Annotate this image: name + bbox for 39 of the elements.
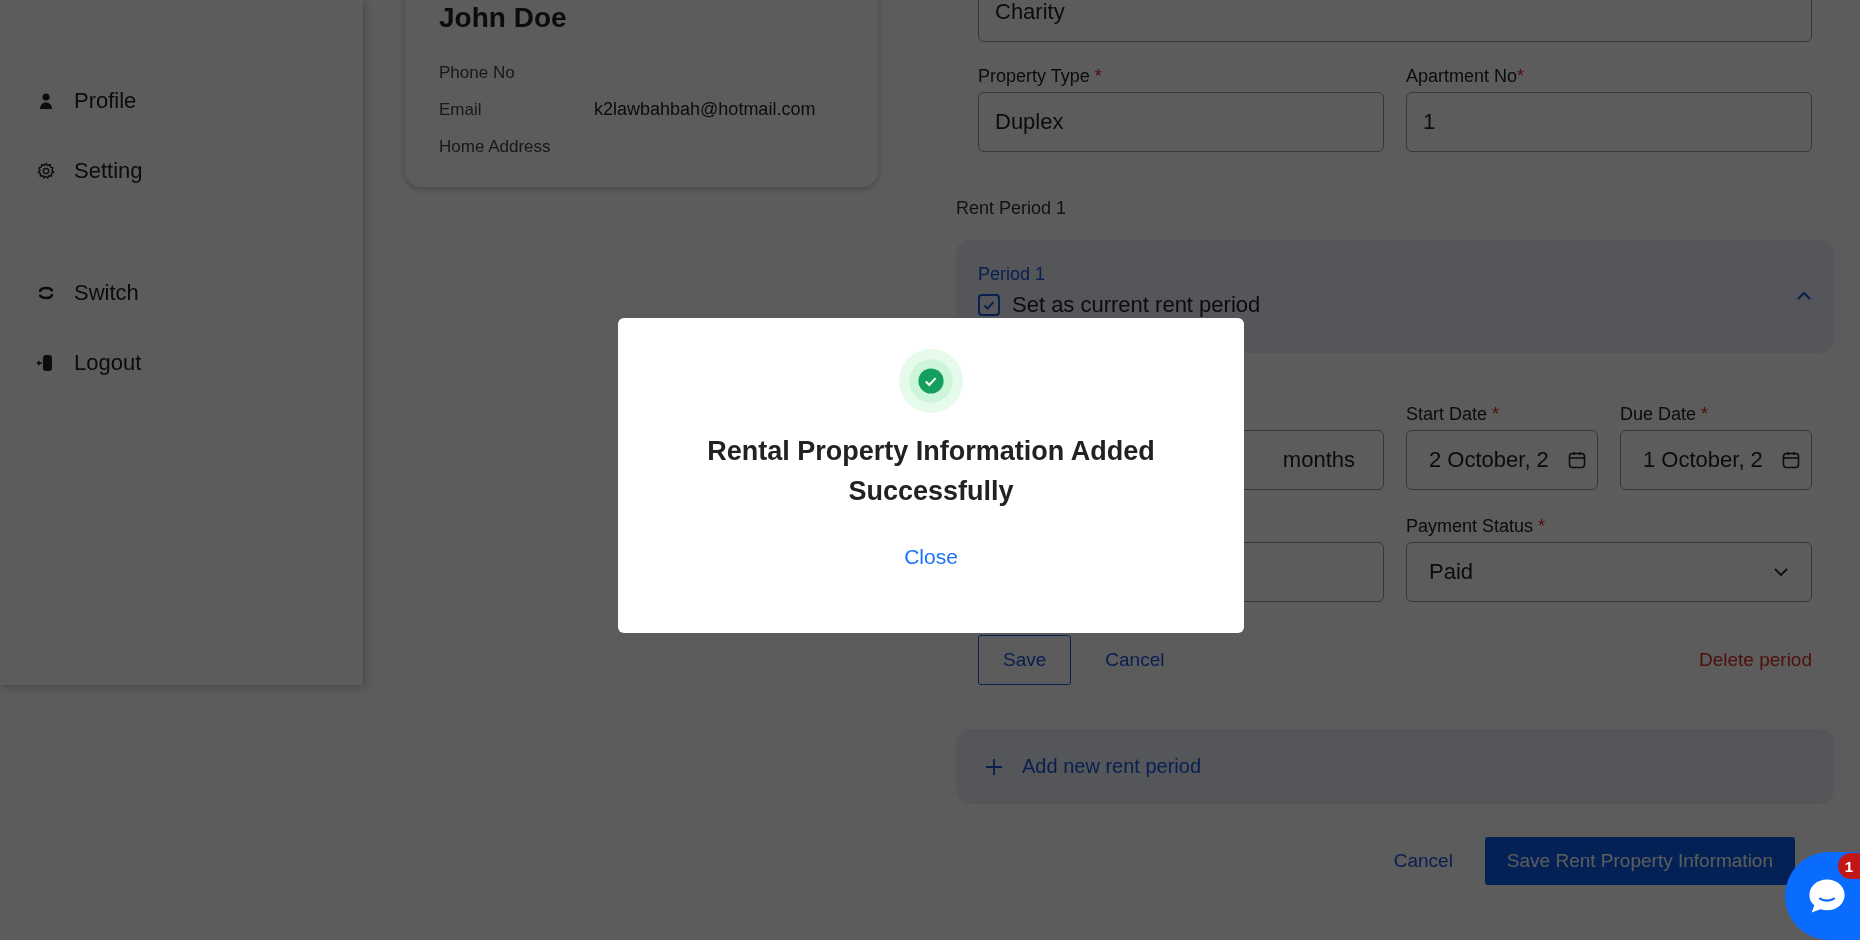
field-label: Start Date * [1406, 404, 1501, 424]
payment-status-dropdown[interactable]: Paid [1406, 542, 1812, 602]
sidebar-item[interactable]: Logout [30, 340, 148, 386]
property-name-field[interactable]: Charity [978, 0, 1812, 42]
field-value: k2lawbahbah@hotmail.com [594, 99, 816, 120]
save-button[interactable]: Save [978, 635, 1072, 685]
cancel-button[interactable]: Cancel [1393, 850, 1453, 872]
date-field[interactable]: 1 October, 2 [1620, 430, 1812, 490]
plus-icon [984, 756, 1004, 777]
checkbox-label: Set as current rent period [1012, 292, 1261, 318]
success-check-icon [899, 349, 963, 413]
section-heading: Rent Period 1 [956, 198, 1068, 218]
field-label: Email [439, 99, 483, 120]
sidebar-item[interactable]: Setting [30, 148, 149, 194]
sidebar-item[interactable]: Profile [30, 78, 143, 124]
add-period-button[interactable]: Add new rent period [956, 729, 1834, 804]
settings-icon [36, 161, 56, 181]
checkbox[interactable] [978, 294, 1000, 316]
field-label: Property Type * [978, 66, 1103, 86]
notification-badge: 1 [1838, 853, 1860, 879]
close-button[interactable]: Close [904, 545, 958, 569]
field-label: Due Date * [1620, 404, 1710, 424]
field-label: Apartment No* [1406, 66, 1526, 86]
period-title: Period 1 [978, 264, 1047, 286]
property-type-field[interactable]: Duplex [978, 92, 1384, 152]
date-field[interactable]: 2 October, 2 [1406, 430, 1598, 490]
calendar-icon [1567, 450, 1587, 470]
submit-button[interactable]: Save Rent Property Information [1484, 837, 1795, 885]
field-label: Phone No [439, 62, 516, 83]
calendar-icon [1781, 450, 1801, 470]
field-label: Home Address [439, 136, 552, 157]
field-label: Payment Status * [1406, 516, 1547, 536]
sidebar-item[interactable]: Switch [30, 270, 145, 316]
cancel-button[interactable]: Cancel [1105, 649, 1165, 671]
delete-period-button[interactable]: Delete period [1698, 649, 1812, 671]
dialog-title: Rental Property Information Added Successfully [706, 435, 1156, 508]
profile-name: John Doe [439, 2, 568, 34]
period-header[interactable]: Period 1 Set as current rent period [956, 240, 1834, 353]
apartment-field[interactable]: 1 [1406, 92, 1812, 152]
